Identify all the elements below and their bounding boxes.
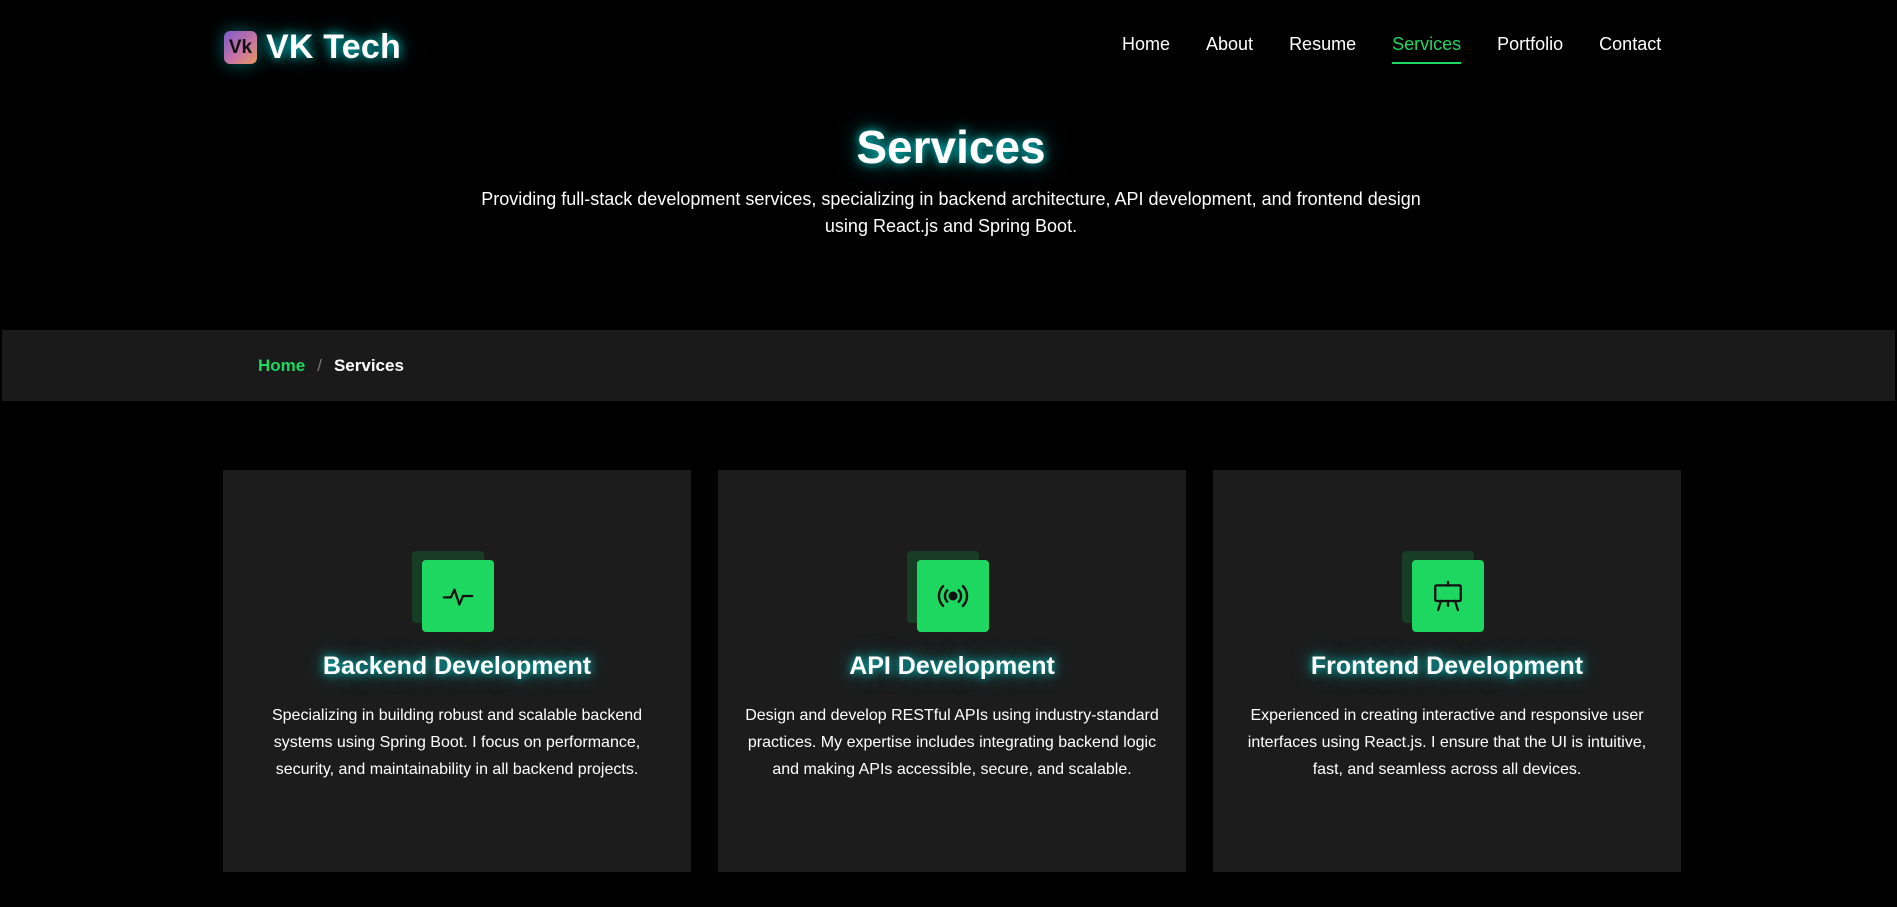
breadcrumb-separator: / [317, 356, 322, 375]
nav-item-resume[interactable]: Resume [1289, 34, 1356, 63]
service-card-backend: Backend Development Specializing in buil… [223, 470, 691, 872]
service-icon-box [1402, 551, 1484, 633]
service-title: Backend Development [322, 652, 592, 680]
easel-icon [1434, 580, 1462, 612]
activity-icon [442, 588, 474, 606]
page-title: Services [856, 121, 1046, 173]
page-subtitle: Providing full-stack development service… [481, 189, 1421, 236]
breadcrumb-bar: Home / Services [2, 330, 1895, 401]
nav-item-home[interactable]: Home [1122, 34, 1170, 63]
service-card-frontend: Frontend Development Experienced in crea… [1213, 470, 1681, 872]
broadcast-icon [937, 584, 969, 608]
main-nav: Home About Resume Services Portfolio Con… [1122, 34, 1697, 64]
service-card-api: API Development Design and develop RESTf… [718, 470, 1186, 872]
service-title: API Development [849, 652, 1055, 680]
page: Vk VK Tech Home About Resume Services Po… [0, 0, 1897, 907]
nav-item-about[interactable]: About [1206, 34, 1253, 63]
breadcrumb: Home / Services [258, 356, 404, 376]
service-description: Specializing in building robust and scal… [271, 707, 643, 778]
breadcrumb-home-link[interactable]: Home [258, 356, 305, 376]
service-description: Design and develop RESTful APIs using in… [745, 707, 1159, 778]
breadcrumb-current: Services [333, 356, 404, 375]
logo-badge: Vk [224, 31, 257, 64]
logo-text: VK Tech [266, 28, 401, 66]
service-icon-box [907, 551, 989, 633]
nav-item-portfolio[interactable]: Portfolio [1497, 34, 1563, 63]
logo-link[interactable]: Vk VK Tech [224, 28, 401, 67]
service-icon-box [412, 551, 494, 633]
service-description: Experienced in creating interactive and … [1247, 707, 1647, 778]
site-header: Vk VK Tech Home About Resume Services Po… [0, 0, 1897, 94]
nav-item-services[interactable]: Services [1392, 34, 1462, 64]
nav-item-contact[interactable]: Contact [1599, 34, 1661, 63]
service-title: Frontend Development [1310, 652, 1584, 680]
